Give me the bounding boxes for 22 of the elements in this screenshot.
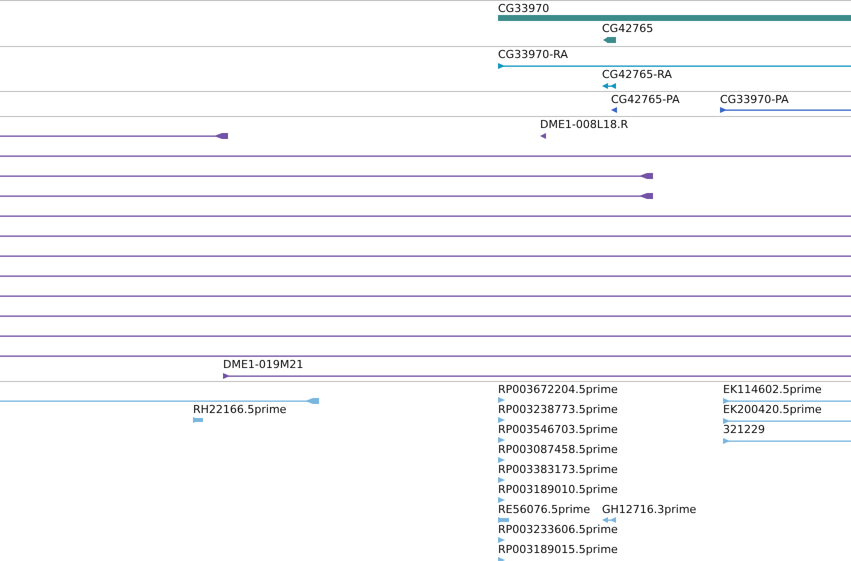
feature-label: EK114602.5prime bbox=[723, 383, 822, 397]
feature-label: RP003546703.5prime bbox=[498, 423, 618, 437]
feature-label: RP003383173.5prime bbox=[498, 463, 618, 477]
feature-label: RP003189010.5prime bbox=[498, 483, 618, 497]
feature-label: RE56076.5prime bbox=[498, 503, 590, 517]
feature-label: DME1-008L18.R bbox=[540, 118, 628, 132]
feature-label: DME1-019M21 bbox=[223, 358, 304, 372]
feature-label: CG33970-PA bbox=[720, 93, 789, 107]
feature-label: GH12716.3prime bbox=[602, 503, 696, 517]
feature-label: CG33970-RA bbox=[498, 48, 568, 62]
feature-label: RP003238773.5prime bbox=[498, 403, 618, 417]
feature-label: RP003087458.5prime bbox=[498, 443, 618, 457]
feature-label: RP003672204.5prime bbox=[498, 383, 618, 397]
feature-label: RP003233606.5prime bbox=[498, 523, 618, 537]
feature-label: 321229 bbox=[723, 423, 765, 437]
feature-label: CG42765 bbox=[602, 22, 654, 36]
feature-label: EK200420.5prime bbox=[723, 403, 822, 417]
feature-label: CG42765-RA bbox=[602, 68, 672, 82]
feature-label: CG33970 bbox=[498, 2, 550, 16]
feature-label: RP003189015.5prime bbox=[498, 543, 618, 557]
feature-label: RH22166.5prime bbox=[193, 403, 286, 417]
feature-label: CG42765-PA bbox=[611, 93, 680, 107]
